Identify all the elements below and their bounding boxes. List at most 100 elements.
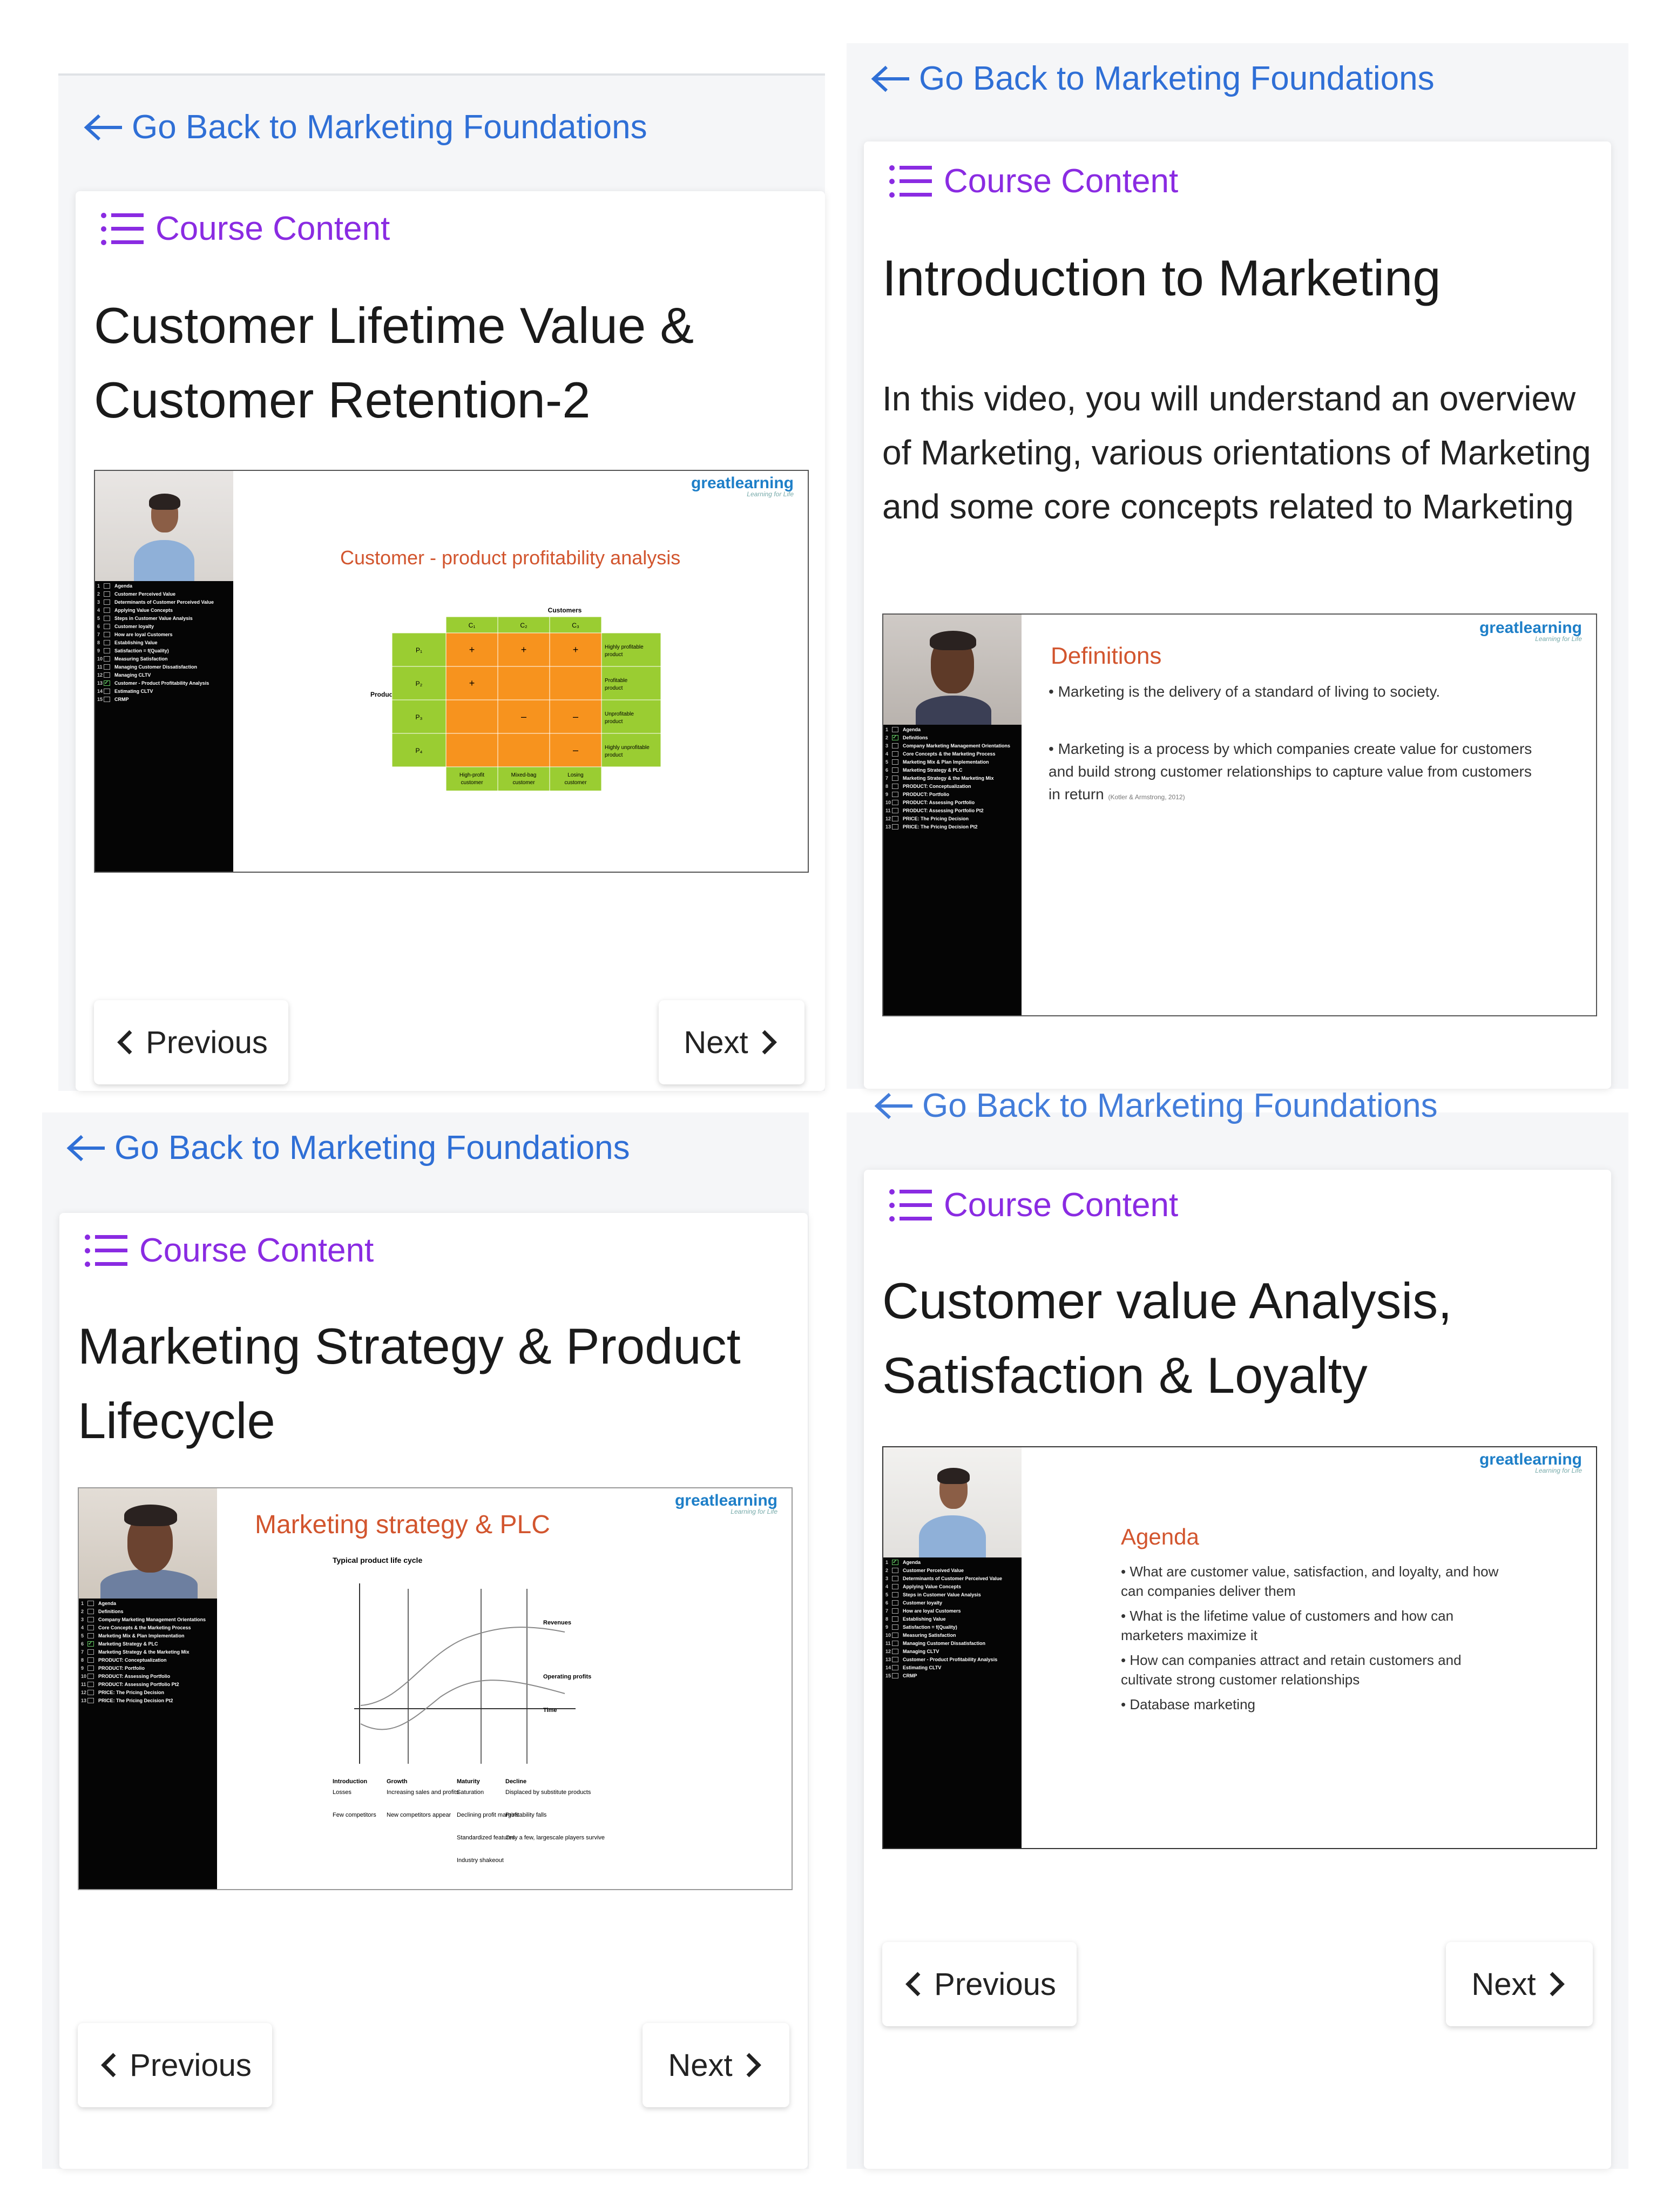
chapter-item: 6 Customer loyalty [97, 624, 154, 629]
previous-button[interactable]: Previous [94, 1000, 288, 1084]
speaker-video [883, 1447, 1022, 1561]
previous-button[interactable]: Previous [78, 2023, 272, 2107]
video-player[interactable]: 1 ✓ Agenda 2 Customer Perceived Value 3 Determ… [882, 1446, 1597, 1849]
next-button[interactable]: Next [1446, 1942, 1593, 2026]
screenshot-panel-4: Go Back to Marketing Foundations Course … [847, 1087, 1628, 2169]
checkbox-icon [104, 664, 110, 670]
profitability-matrix: Customers Products C₁ C₂ C₃P₁ + + + Highly pro… [370, 607, 661, 791]
chapter-item: 6 Customer loyalty [885, 1600, 943, 1606]
slide-title: Definitions [1051, 643, 1162, 669]
checkmark-icon: ✓ [892, 735, 898, 740]
go-back-label: Go Back to Marketing Foundations [919, 60, 1435, 97]
next-button[interactable]: Next [659, 1000, 804, 1084]
checkbox-icon [892, 1649, 898, 1654]
speaker-video [95, 471, 233, 583]
chapter-item: 14 Estimating CLTV [97, 689, 153, 694]
chapter-item: 3 Company Marketing Management Orientatio… [81, 1617, 206, 1622]
matrix-cell [445, 699, 498, 734]
course-content-toggle[interactable]: Course Content [888, 1186, 1178, 1224]
checkbox-icon [104, 672, 110, 678]
go-back-link[interactable]: Go Back to Marketing Foundations [870, 59, 1435, 98]
chapter-item: 9 Satisfaction = f(Quality) [97, 648, 169, 653]
checkbox-icon [87, 1601, 94, 1606]
checkbox-icon [87, 1625, 94, 1630]
lesson-title: Customer Lifetime Value & Customer Reten… [94, 297, 694, 428]
go-back-link-cropped[interactable]: Go Back to Marketing Foundations [874, 1087, 1438, 1125]
chapter-item: 12 Managing CLTV [97, 672, 151, 678]
chapter-item: 1 Agenda [81, 1601, 117, 1606]
plc-stage-detail: Industry shakeout [457, 1857, 504, 1864]
chapter-item: 3 Determinants of Customer Perceived Valu… [885, 1576, 1003, 1581]
slide-title: Customer - product profitability analysi… [340, 547, 681, 569]
svg-text:+: + [573, 644, 579, 655]
checkbox-icon [104, 599, 110, 605]
chapter-item: 2 ✓ Definitions [885, 734, 928, 740]
checkbox-icon [104, 591, 110, 597]
slide-bullet: • Marketing is a process by which compan… [1049, 740, 1532, 802]
go-back-link[interactable]: Go Back to Marketing Foundations [66, 1129, 630, 1167]
checkbox-icon [104, 616, 110, 621]
chapter-item: 7 Marketing Strategy & the Marketing Mix [885, 775, 994, 781]
agenda-bullets: • What are customer value, satisfaction,… [1121, 1562, 1510, 1719]
list-icon [85, 1234, 127, 1267]
plc-stage-detail: New competitors appear [387, 1812, 451, 1818]
checkbox-icon [892, 1616, 898, 1622]
slide-bullet: • Marketing is the delivery of a standar… [1049, 683, 1441, 700]
course-content-toggle[interactable]: Course Content [99, 210, 390, 248]
curve-label: Operating profits [543, 1674, 591, 1680]
checkbox-icon [87, 1682, 94, 1687]
svg-text:customer: customer [564, 780, 587, 786]
checkbox-icon [892, 824, 898, 830]
svg-text:+: + [521, 644, 527, 655]
checkbox-icon [892, 1641, 898, 1646]
checkbox-icon [892, 1665, 898, 1670]
chapter-item: 1 Agenda [885, 727, 921, 732]
plc-stage-label: Decline [505, 1778, 526, 1785]
checkbox-icon [892, 1576, 898, 1581]
chapter-item: 4 Applying Value Concepts [97, 608, 173, 613]
svg-text:P₁: P₁ [416, 646, 422, 654]
checkbox-icon [87, 1633, 94, 1638]
checkbox-icon [892, 751, 898, 757]
chapter-item: 7 Marketing Strategy & the Marketing Mix [81, 1649, 190, 1655]
video-player[interactable]: 1 Agenda 2 Definitions 3 Company Marketing Ma… [78, 1487, 793, 1890]
chapter-item: 11 Managing Customer Dissatisfaction [97, 664, 198, 670]
course-content-toggle[interactable]: Course Content [888, 162, 1178, 200]
lesson-description: In this video, you will understand an ov… [882, 379, 1591, 526]
list-icon [889, 165, 932, 198]
chevron-right-icon [762, 1030, 777, 1055]
svg-text:product: product [605, 719, 623, 725]
chapter-item: 8 PRODUCT: Conceptualization [81, 1657, 167, 1663]
video-player[interactable]: 1 Agenda 2 ✓ Definitions 3 Company Marketing M… [882, 613, 1597, 1016]
previous-button[interactable]: Previous [882, 1942, 1077, 2026]
curve-label: Time [543, 1707, 557, 1714]
checkbox-icon [104, 656, 110, 662]
next-button[interactable]: Next [643, 2023, 789, 2107]
chapter-item: 7 How are loyal Customers [885, 1608, 961, 1614]
video-player[interactable]: 1 Agenda 2 Customer Perceived Value 3 Determi… [94, 470, 809, 873]
go-back-link[interactable]: Go Back to Marketing Foundations [83, 108, 647, 146]
checkbox-icon [892, 1657, 898, 1662]
matrix-cell [497, 733, 550, 767]
chapter-item: 9 PRODUCT: Portfolio [81, 1665, 145, 1671]
agenda-bullet: • Database marketing [1121, 1696, 1256, 1712]
chapter-item: 11 PRODUCT: Assessing Portfolio Pt2 [885, 808, 984, 813]
lesson-card: Course Content Marketing Strategy & Prod… [59, 1213, 808, 2169]
checkbox-icon [892, 727, 898, 732]
checkbox-icon [892, 816, 898, 821]
matrix-columns-header: Customers [548, 607, 582, 614]
svg-text:Profitable: Profitable [605, 678, 628, 684]
checkbox-icon [104, 624, 110, 629]
checkbox-icon [87, 1698, 94, 1703]
checkbox-icon [87, 1665, 94, 1671]
checkbox-icon [892, 775, 898, 781]
arrow-left-icon [871, 65, 909, 92]
chapter-item: 12 PRICE: The Pricing Decision [885, 816, 969, 821]
checkbox-icon [892, 1633, 898, 1638]
go-back-label: Go Back to Marketing Foundations [114, 1129, 630, 1166]
video-chapter-list: 1 Agenda 2 ✓ Definitions 3 Company Marketing M… [883, 725, 1022, 1015]
course-content-toggle[interactable]: Course Content [83, 1231, 374, 1270]
screenshot-panel-1: Go Back to Marketing Foundations Course … [58, 73, 825, 1091]
checkbox-icon [892, 800, 898, 805]
slide-citation: (Kotler & Armstrong, 2012) [1108, 793, 1185, 801]
